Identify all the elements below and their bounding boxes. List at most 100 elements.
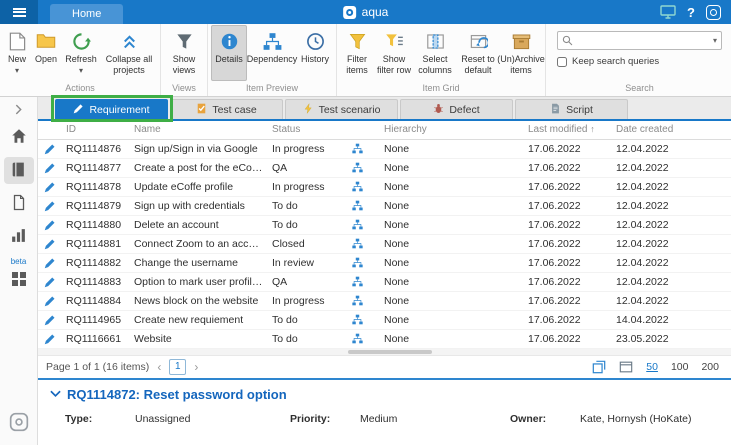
cell-name: News block on the website [130, 291, 268, 310]
show-filter-row-label: Show filter row [376, 54, 412, 75]
collapse-all-projects-button[interactable]: Collapse all projects [101, 25, 157, 81]
new-button[interactable]: New [3, 25, 31, 81]
unarchive-items-button[interactable]: (Un)Archive items [500, 25, 542, 81]
cell-last-modified: 17.06.2022 [524, 272, 612, 291]
select-columns-button[interactable]: Select columns [414, 25, 456, 81]
table-row[interactable]: RQ1114965 Create new requiement To do No… [38, 310, 731, 329]
tab-defect[interactable]: Defect [400, 99, 513, 119]
search-combobox[interactable] [557, 31, 722, 50]
sidebar-expand-button[interactable] [0, 100, 37, 118]
page-size-50[interactable]: 50 [646, 361, 658, 373]
detail-field-type: Type: Unassigned [65, 413, 290, 425]
keep-search-queries-option[interactable]: Keep search queries [557, 56, 722, 67]
sidebar-item-reports[interactable] [4, 223, 34, 250]
column-name[interactable]: Name [130, 121, 268, 139]
table-row[interactable]: RQ1114883 Option to mark user profile in… [38, 272, 731, 291]
cell-status: To do [268, 310, 334, 329]
table-row[interactable]: RQ1114881 Connect Zoom to an account Clo… [38, 234, 731, 253]
table-row[interactable]: RQ1114882 Change the username In review … [38, 253, 731, 272]
show-views-button[interactable]: Show views [164, 25, 204, 81]
table-row[interactable]: RQ1114884 News block on the website In p… [38, 291, 731, 310]
cell-hierarchy: None [380, 215, 524, 234]
page-size-100[interactable]: 100 [671, 361, 689, 373]
open-button[interactable]: Open [31, 25, 61, 81]
table-row[interactable]: RQ1114880 Delete an account To do None 1… [38, 215, 731, 234]
refresh-button[interactable]: Refresh [61, 25, 101, 81]
cell-last-modified: 17.06.2022 [524, 158, 612, 177]
cell-status: To do [268, 329, 334, 348]
column-date-created[interactable]: Date created [612, 121, 731, 139]
collapse-label: Collapse all projects [103, 54, 155, 75]
hierarchy-icon [352, 257, 363, 269]
aqua-app-icon[interactable] [706, 5, 721, 20]
table-header-row: ID Name Status Hierarchy Last modified ↑… [38, 121, 731, 139]
table-row[interactable]: RQ1116661 Website To do None 17.06.2022 … [38, 329, 731, 348]
search-input[interactable] [577, 35, 709, 46]
show-views-label: Show views [166, 54, 202, 75]
copy-list-icon[interactable] [592, 360, 606, 374]
reset-to-default-button[interactable]: Reset to default [456, 25, 500, 81]
next-page-button[interactable] [193, 360, 199, 374]
table-row[interactable]: RQ1114879 Sign up with credentials To do… [38, 196, 731, 215]
ribbon-group-actions: New Open Refresh Collapse all projects [0, 24, 161, 96]
cell-name: Delete an account [130, 215, 268, 234]
horizontal-scrollbar[interactable] [38, 349, 731, 355]
field-value: Medium [360, 413, 397, 425]
show-filter-row-button[interactable]: Show filter row [374, 25, 414, 81]
cell-last-modified: 17.06.2022 [524, 253, 612, 272]
sidebar: beta [0, 97, 38, 445]
search-dropdown-caret-icon[interactable] [713, 36, 717, 45]
cell-last-modified: 17.06.2022 [524, 196, 612, 215]
requirement-icon [44, 294, 56, 306]
sidebar-item-home[interactable] [4, 124, 34, 151]
table-row[interactable]: RQ1114877 Create a post for the eCoffee … [38, 158, 731, 177]
item-type-tabstrip: Requirement Test case Test scenario Defe… [38, 97, 731, 119]
hierarchy-icon [352, 181, 363, 193]
details-button[interactable]: Details [211, 25, 247, 81]
hamburger-menu-button[interactable] [0, 0, 38, 24]
tab-test-scenario[interactable]: Test scenario [285, 99, 398, 119]
info-icon [220, 30, 239, 52]
scrollbar-thumb[interactable] [348, 350, 432, 354]
aqua-logo [9, 412, 29, 435]
home-icon [10, 127, 28, 148]
history-button[interactable]: History [297, 25, 333, 81]
column-hierarchy[interactable]: Hierarchy [380, 121, 524, 139]
collapse-details-chevron-icon[interactable] [50, 390, 61, 398]
screen-share-icon[interactable] [660, 5, 676, 19]
dependency-button[interactable]: Dependency [247, 25, 297, 81]
prev-page-button[interactable] [156, 360, 162, 374]
tab-label: Defect [449, 104, 479, 116]
filter-items-button[interactable]: Filter items [340, 25, 374, 81]
cell-date-created: 12.04.2022 [612, 196, 731, 215]
table-row[interactable]: RQ1114876 Sign up/Sign in via Google In … [38, 139, 731, 158]
cell-status: QA [268, 158, 334, 177]
hierarchy-icon [352, 219, 363, 231]
current-page-button[interactable]: 1 [169, 359, 186, 375]
app-title: aqua [362, 5, 389, 19]
column-last-modified[interactable]: Last modified ↑ [524, 121, 612, 139]
cell-last-modified: 17.06.2022 [524, 177, 612, 196]
column-status[interactable]: Status [268, 121, 334, 139]
dependency-icon [263, 30, 282, 52]
keep-search-queries-checkbox[interactable] [557, 57, 567, 67]
card-view-icon[interactable] [619, 360, 633, 374]
help-button[interactable]: ? [687, 5, 695, 20]
table-row[interactable]: RQ1114878 Update eCoffe profile In progr… [38, 177, 731, 196]
tab-script[interactable]: Script [515, 99, 628, 119]
sidebar-item-projects[interactable] [4, 157, 34, 184]
cell-hierarchy: None [380, 196, 524, 215]
sidebar-item-documents[interactable] [4, 190, 34, 217]
tab-test-case[interactable]: Test case [170, 99, 283, 119]
cell-date-created: 12.04.2022 [612, 253, 731, 272]
sidebar-item-dashboards[interactable] [4, 267, 34, 294]
tab-label: Test case [212, 104, 256, 116]
cell-status: In progress [268, 177, 334, 196]
home-ribbon-tab[interactable]: Home [50, 4, 123, 24]
column-id[interactable]: ID [62, 121, 130, 139]
cell-hierarchy: None [380, 253, 524, 272]
ribbon-group-label-item-preview: Item Preview [211, 81, 333, 96]
detail-field-priority: Priority: Medium [290, 413, 510, 425]
tab-requirement[interactable]: Requirement [55, 99, 168, 119]
page-size-200[interactable]: 200 [701, 361, 719, 373]
